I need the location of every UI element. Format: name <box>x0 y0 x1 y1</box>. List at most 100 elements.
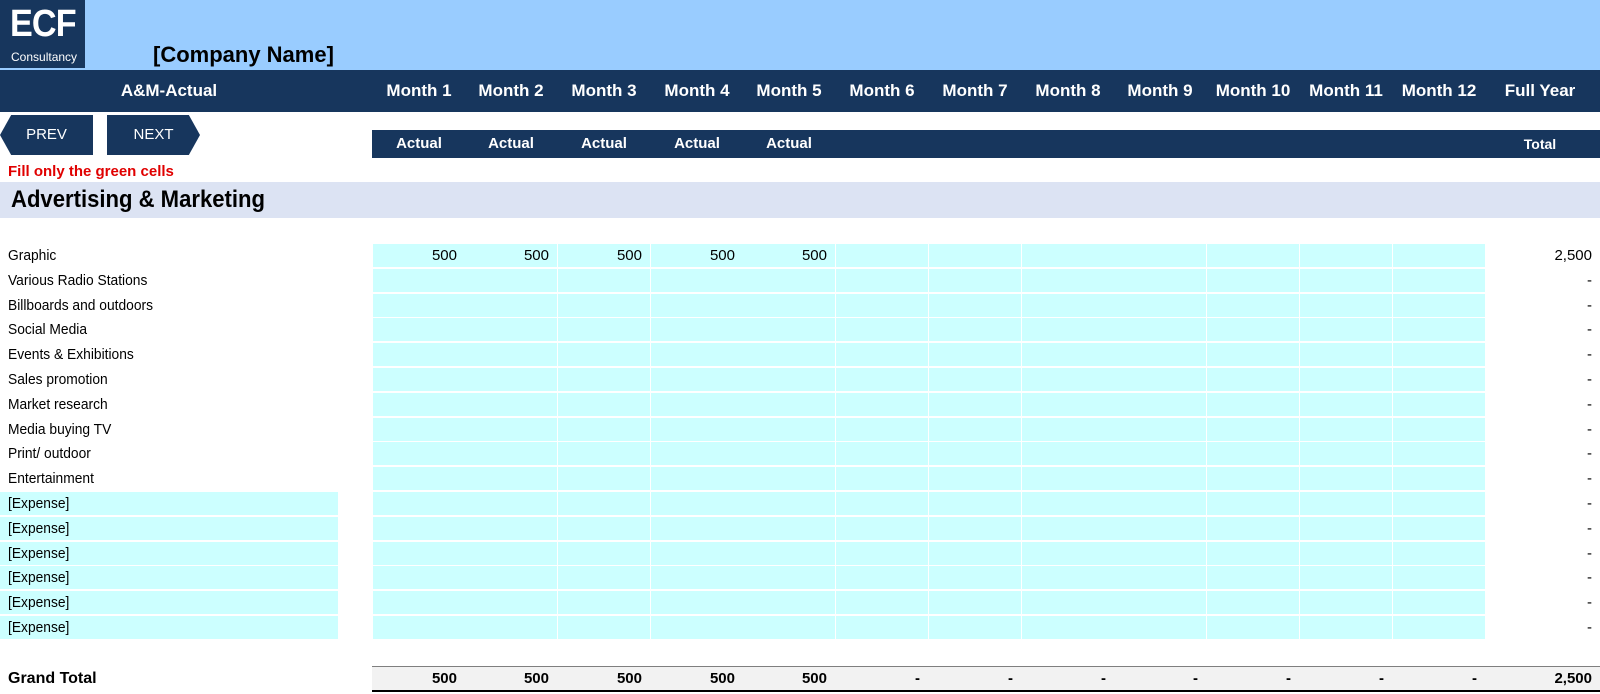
input-cell[interactable] <box>743 542 835 565</box>
input-cell[interactable] <box>1207 294 1299 317</box>
input-cell[interactable] <box>929 318 1021 341</box>
row-label[interactable]: [Expense] <box>8 566 69 589</box>
input-cell[interactable] <box>1300 294 1392 317</box>
input-cell[interactable] <box>1114 492 1206 515</box>
input-cell[interactable] <box>1022 318 1114 341</box>
input-cell[interactable] <box>743 492 835 515</box>
input-cell[interactable] <box>1022 294 1114 317</box>
input-cell[interactable] <box>558 566 650 589</box>
input-cell[interactable] <box>465 393 557 416</box>
input-cell[interactable] <box>743 418 835 441</box>
input-cell[interactable] <box>651 591 743 614</box>
input-cell[interactable] <box>929 566 1021 589</box>
input-cell[interactable] <box>1207 542 1299 565</box>
input-cell[interactable] <box>558 591 650 614</box>
input-cell[interactable] <box>1022 542 1114 565</box>
input-cell[interactable] <box>465 517 557 540</box>
input-cell[interactable] <box>373 467 465 490</box>
input-cell[interactable] <box>1114 343 1206 366</box>
input-cell[interactable] <box>743 368 835 391</box>
input-cell[interactable] <box>743 393 835 416</box>
input-cell[interactable] <box>1207 318 1299 341</box>
input-cell[interactable] <box>558 393 650 416</box>
input-cell[interactable] <box>743 294 835 317</box>
input-cell[interactable] <box>1393 343 1485 366</box>
input-cell[interactable] <box>1300 269 1392 292</box>
row-label[interactable]: [Expense] <box>8 616 69 639</box>
input-cell[interactable] <box>465 616 557 639</box>
input-cell[interactable] <box>651 517 743 540</box>
input-cell[interactable] <box>373 566 465 589</box>
input-cell[interactable] <box>651 294 743 317</box>
input-cell[interactable] <box>743 318 835 341</box>
input-cell[interactable] <box>465 492 557 515</box>
input-cell[interactable] <box>1022 244 1114 267</box>
input-cell[interactable] <box>558 318 650 341</box>
input-cell[interactable] <box>1207 343 1299 366</box>
input-cell[interactable] <box>1393 492 1485 515</box>
input-cell[interactable] <box>836 616 928 639</box>
input-cell[interactable] <box>465 269 557 292</box>
input-cell[interactable] <box>1393 318 1485 341</box>
input-cell[interactable] <box>1393 393 1485 416</box>
input-cell[interactable] <box>929 591 1021 614</box>
input-cell[interactable] <box>373 492 465 515</box>
input-cell[interactable] <box>1393 418 1485 441</box>
input-cell[interactable] <box>836 467 928 490</box>
input-cell[interactable] <box>1022 566 1114 589</box>
input-cell[interactable] <box>836 294 928 317</box>
input-cell[interactable] <box>1022 442 1114 465</box>
input-cell[interactable] <box>1300 542 1392 565</box>
input-cell[interactable] <box>373 616 465 639</box>
input-cell[interactable] <box>1114 244 1206 267</box>
input-cell[interactable] <box>1114 442 1206 465</box>
input-cell[interactable] <box>929 442 1021 465</box>
input-cell[interactable] <box>836 318 928 341</box>
input-cell[interactable] <box>836 566 928 589</box>
input-cell[interactable] <box>1300 517 1392 540</box>
input-cell[interactable] <box>465 591 557 614</box>
company-name[interactable]: [Company Name] <box>153 42 334 68</box>
input-cell[interactable] <box>1114 294 1206 317</box>
input-cell[interactable] <box>465 467 557 490</box>
input-cell[interactable] <box>1393 591 1485 614</box>
input-cell[interactable] <box>836 393 928 416</box>
input-cell[interactable] <box>929 418 1021 441</box>
input-cell[interactable] <box>1393 244 1485 267</box>
input-cell[interactable] <box>929 269 1021 292</box>
input-cell[interactable] <box>651 467 743 490</box>
input-cell[interactable] <box>1114 393 1206 416</box>
input-cell[interactable] <box>651 542 743 565</box>
row-label[interactable]: [Expense] <box>8 517 69 540</box>
input-cell[interactable] <box>651 616 743 639</box>
input-cell[interactable] <box>558 294 650 317</box>
input-cell[interactable] <box>1114 542 1206 565</box>
input-cell[interactable] <box>1114 368 1206 391</box>
input-cell[interactable] <box>1393 542 1485 565</box>
input-cell[interactable] <box>1207 591 1299 614</box>
input-cell[interactable]: 500 <box>465 244 557 267</box>
input-cell[interactable] <box>651 442 743 465</box>
input-cell[interactable] <box>929 244 1021 267</box>
input-cell[interactable] <box>929 294 1021 317</box>
input-cell[interactable] <box>1393 294 1485 317</box>
input-cell[interactable] <box>1300 368 1392 391</box>
input-cell[interactable] <box>651 318 743 341</box>
input-cell[interactable] <box>651 418 743 441</box>
input-cell[interactable] <box>1393 517 1485 540</box>
input-cell[interactable] <box>465 294 557 317</box>
input-cell[interactable] <box>1207 566 1299 589</box>
input-cell[interactable] <box>1207 517 1299 540</box>
input-cell[interactable] <box>465 442 557 465</box>
input-cell[interactable] <box>465 566 557 589</box>
input-cell[interactable] <box>1300 616 1392 639</box>
input-cell[interactable]: 500 <box>651 244 743 267</box>
input-cell[interactable]: 500 <box>373 244 465 267</box>
input-cell[interactable] <box>743 269 835 292</box>
input-cell[interactable] <box>1207 442 1299 465</box>
input-cell[interactable] <box>929 517 1021 540</box>
input-cell[interactable] <box>1300 343 1392 366</box>
input-cell[interactable] <box>743 616 835 639</box>
input-cell[interactable] <box>373 343 465 366</box>
input-cell[interactable] <box>1393 442 1485 465</box>
